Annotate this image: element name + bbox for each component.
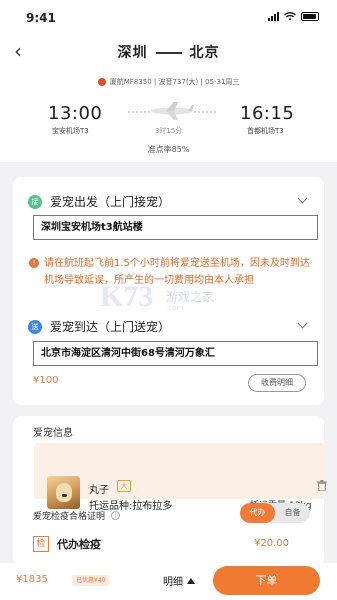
nav-bar: ‹ 深圳 北京 — [0, 34, 337, 70]
wifi-icon — [284, 12, 296, 21]
route-arrow-icon — [155, 52, 182, 54]
bottom-bar: ¥1835 已优惠¥40 明细 下单 — [0, 563, 337, 600]
pickup-title: 爱宠出发（上门接宠） — [50, 195, 171, 209]
punctuality-rate: 准点率85% — [147, 145, 190, 154]
quarantine-icon: 检 — [33, 536, 49, 552]
status-icons — [268, 12, 319, 21]
airline-logo-icon — [97, 78, 106, 86]
pet-size-tag: 大 — [117, 480, 131, 492]
flight-number: 厦航MF8350 — [109, 78, 152, 86]
quarantine-cert-label: 爱宠检疫合格证明 i — [33, 509, 121, 522]
fee-detail-button[interactable]: 收费明细 — [248, 374, 306, 392]
destination-city: 北京 — [189, 45, 220, 61]
watermark-logo: K73 游戏之家 .com — [100, 280, 240, 320]
pet-info-card: 爱宠信息 丸子 大 托运品种:拉布拉多 托运重量:13kg 爱宠检疫合格证明 i… — [13, 416, 327, 566]
flight-date: 05-31周三 — [205, 78, 240, 86]
price-detail-toggle[interactable]: 明细 — [163, 573, 195, 588]
pickup-address-input[interactable]: 深圳宝安机场t3航站楼 — [33, 215, 318, 240]
flight-meta: 厦航MF8350 | 波音737(大) | 05-31周三 — [0, 77, 337, 87]
trash-icon[interactable] — [317, 480, 327, 491]
departure-time: 13:00 — [48, 103, 103, 124]
quarantine-service-label: 代办检疫 — [57, 538, 101, 551]
route-title: 深圳 北京 — [0, 42, 337, 62]
delivery-section-title[interactable]: 送 爱宠到达（上门送宠） — [28, 318, 170, 335]
arrival-time: 16:15 — [240, 103, 295, 124]
watermark-url: .com — [166, 304, 184, 312]
watermark-logo-mark: K73 — [100, 280, 154, 313]
aircraft-type: 波音737(大) — [158, 78, 199, 86]
chevron-down-icon[interactable] — [297, 318, 308, 329]
pet-name: 丸子 — [89, 485, 109, 496]
place-order-button[interactable]: 下单 — [213, 566, 320, 595]
delivery-badge-icon: 送 — [28, 319, 42, 334]
origin-city: 深圳 — [117, 45, 148, 61]
delivery-price: ¥100 — [33, 375, 59, 386]
quarantine-price: ¥20.00 — [254, 538, 289, 549]
chevron-down-icon[interactable] — [297, 193, 308, 204]
toggle-option-agent[interactable]: 代办 — [240, 503, 275, 523]
discount-badge: 已优惠¥40 — [72, 575, 110, 586]
delivery-address-input[interactable]: 北京市海淀区清河中街68号清河万象汇 — [33, 341, 318, 366]
pickup-section-title[interactable]: 接 爱宠出发（上门接宠） — [28, 193, 170, 210]
flight-duration: 3时15分 — [154, 127, 183, 135]
status-bar: 9:41 — [0, 0, 337, 34]
toggle-option-self[interactable]: 自备 — [275, 503, 310, 523]
warning-icon: ! — [29, 258, 39, 268]
arrival-airport: 首都机场T3 — [247, 127, 284, 135]
flight-info: 厦航MF8350 | 波音737(大) | 05-31周三 13:00 宝安机场… — [0, 70, 337, 162]
battery-icon — [301, 12, 319, 21]
cert-toggle[interactable]: 代办 自备 — [240, 503, 310, 523]
pet-item: 丸子 大 托运品种:拉布拉多 托运重量:13kg — [34, 443, 327, 512]
total-price: ¥1835 — [16, 574, 48, 585]
airplane-icon — [128, 102, 216, 120]
status-time: 9:41 — [26, 11, 56, 25]
signal-icon — [268, 12, 279, 21]
info-icon[interactable]: i — [111, 511, 121, 520]
watermark-text: 游戏之家 — [166, 290, 215, 304]
pickup-badge-icon: 接 — [28, 194, 42, 209]
pet-info-title: 爱宠信息 — [33, 428, 73, 439]
quarantine-service-row: 检 代办检疫 — [33, 536, 101, 552]
cert-label-text: 爱宠检疫合格证明 — [33, 512, 106, 522]
pet-avatar — [47, 476, 80, 509]
delivery-title: 爱宠到达（上门送宠） — [50, 320, 171, 334]
